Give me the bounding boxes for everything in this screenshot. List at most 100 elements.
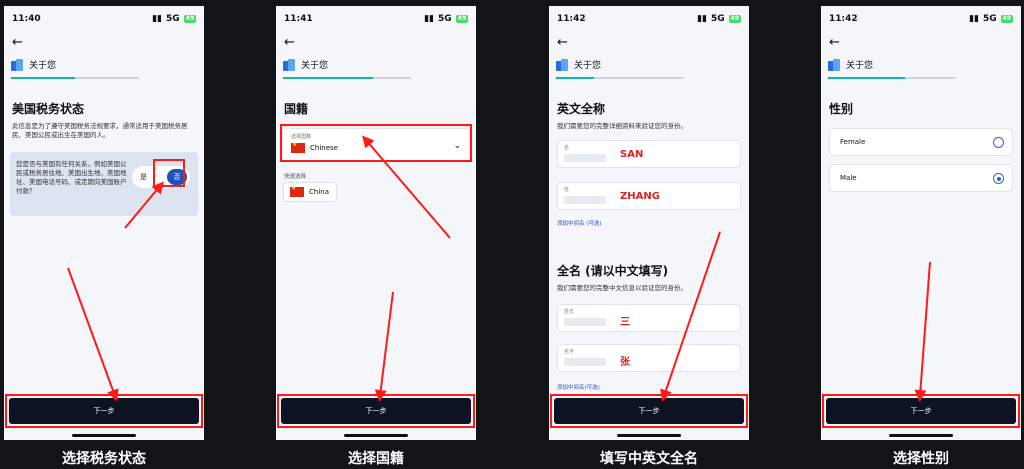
- status-time: 11:41: [284, 14, 313, 24]
- english-name-title: 英文全称: [557, 102, 606, 116]
- add-middle-name-link-en[interactable]: 添加中间名 (可选): [557, 219, 602, 227]
- status-bar: 11:42 ▮▮ 5G 49: [829, 14, 1013, 26]
- section-header: 关于您: [828, 58, 873, 71]
- section-label: 关于您: [29, 61, 57, 71]
- chip-label: China: [309, 188, 329, 196]
- page-title: 美国税务状态: [12, 102, 85, 116]
- option-label: Female: [840, 138, 866, 146]
- caption-step-1: 选择税务状态: [62, 451, 146, 467]
- chinese-last-field[interactable]: 名字 张: [557, 344, 741, 372]
- annotation-value: ZHANG: [620, 191, 660, 202]
- chinese-name-title: 全名 (请以中文填写): [557, 264, 669, 278]
- progress-fill: [828, 77, 905, 79]
- status-bar: 11:42 ▮▮ 5G 49: [557, 14, 741, 26]
- add-middle-name-link-cn[interactable]: 添加中间名(可选): [557, 383, 600, 391]
- network-label: 5G: [165, 14, 180, 24]
- blurred-input: [564, 318, 606, 326]
- progress-fill: [556, 77, 595, 79]
- profile-section-icon: [828, 58, 840, 71]
- blurred-input: [564, 196, 606, 204]
- progress-bar: [556, 77, 684, 79]
- page-title: 性别: [829, 102, 854, 116]
- first-name-field[interactable]: 名 SAN: [557, 140, 741, 168]
- caption-step-4: 选择性别: [893, 451, 949, 467]
- china-flag-icon: [290, 185, 304, 197]
- progress-bar: [11, 77, 139, 79]
- battery-icon: 49: [455, 15, 468, 23]
- chinese-first-field[interactable]: 姓氏 三: [557, 304, 741, 332]
- gender-option-female[interactable]: Female: [829, 128, 1013, 156]
- home-indicator: [617, 434, 681, 437]
- section-header: 关于您: [556, 58, 601, 71]
- phone-screen-gender: 11:42 ▮▮ 5G 49 ← 关于您 性别 Female Male 下一步: [821, 6, 1021, 440]
- chinese-name-description: 我们需要您的完整中文信息以验证您的身份。: [557, 284, 687, 292]
- caption-step-2: 选择国籍: [348, 451, 404, 467]
- blurred-input: [564, 154, 606, 162]
- battery-icon: 49: [183, 15, 196, 23]
- status-time: 11:42: [829, 14, 858, 24]
- quick-select-china-chip[interactable]: China: [283, 182, 337, 202]
- english-name-description: 我们需要您的完整详细资料来验证您的身份。: [557, 122, 687, 130]
- progress-bar: [828, 77, 956, 79]
- phone-screen-full-name: 11:42 ▮▮ 5G 49 ← 关于您 英文全称 我们需要您的完整详细资料来验证您…: [549, 6, 749, 440]
- last-name-field[interactable]: 姓 ZHANG: [557, 182, 741, 210]
- signal-icon: ▮▮: [969, 14, 979, 24]
- next-button-highlight: 下一步: [5, 394, 203, 428]
- yes-option[interactable]: 是: [140, 172, 147, 182]
- field-label: 名: [564, 145, 570, 151]
- back-arrow-icon[interactable]: ←: [557, 36, 568, 49]
- next-button[interactable]: 下一步: [554, 398, 744, 424]
- network-label: 5G: [710, 14, 725, 24]
- progress-bar: [283, 77, 411, 79]
- next-button-highlight: 下一步: [550, 394, 748, 428]
- radio-button[interactable]: [993, 137, 1004, 148]
- no-option-highlight: [153, 159, 185, 187]
- radio-button[interactable]: [993, 173, 1004, 184]
- annotation-value: SAN: [620, 149, 644, 160]
- back-arrow-icon[interactable]: ←: [284, 36, 295, 49]
- profile-section-icon: [556, 58, 568, 71]
- battery-icon: 49: [728, 15, 741, 23]
- status-time: 11:42: [557, 14, 586, 24]
- progress-fill: [11, 77, 75, 79]
- back-arrow-icon[interactable]: ←: [12, 36, 23, 49]
- caption-step-3: 填写中英文全名: [600, 451, 698, 467]
- home-indicator: [889, 434, 953, 437]
- nationality-select-highlight: [280, 124, 472, 162]
- section-label: 关于您: [574, 61, 602, 71]
- annotation-value: 三: [620, 317, 630, 328]
- back-arrow-icon[interactable]: ←: [829, 36, 840, 49]
- battery-icon: 49: [1000, 15, 1013, 23]
- signal-icon: ▮▮: [697, 14, 707, 24]
- next-button[interactable]: 下一步: [826, 398, 1016, 424]
- section-header: 关于您: [283, 58, 328, 71]
- field-label: 名字: [564, 349, 575, 355]
- next-button-highlight: 下一步: [822, 394, 1020, 428]
- signal-icon: ▮▮: [152, 14, 162, 24]
- signal-icon: ▮▮: [424, 14, 434, 24]
- phone-screen-nationality: 11:41 ▮▮5G49 ← 关于您 国籍 选择国籍 Chinese ⌄ 快速选…: [276, 6, 476, 440]
- status-bar: 11:40 ▮▮ 5G 49: [12, 14, 196, 26]
- network-label: 5G: [437, 14, 452, 24]
- section-header: 关于您: [11, 58, 56, 71]
- gender-option-male[interactable]: Male: [829, 164, 1013, 192]
- profile-section-icon: [283, 58, 295, 71]
- blurred-input: [564, 358, 606, 366]
- field-label: 姓: [564, 187, 570, 193]
- network-label: 5G: [982, 14, 997, 24]
- next-button[interactable]: 下一步: [281, 398, 471, 424]
- field-label: 姓氏: [564, 309, 575, 315]
- page-description: 此信息是为了遵守美国税务法规要求，通常适用于美国税务居民、美国公民或出生在美国的…: [12, 122, 188, 139]
- question-text: 您是否与美国有任何关系，例如美国公民或税务居住地、美国出生地、美国地址、美国电话…: [16, 160, 127, 195]
- next-button[interactable]: 下一步: [9, 398, 199, 424]
- status-bar: 11:41 ▮▮ 5G 49: [284, 14, 468, 26]
- profile-section-icon: [11, 58, 23, 71]
- section-label: 关于您: [846, 61, 874, 71]
- phone-screen-tax-status: 11:40 ▮▮ 5G 49 ← 关于您 美国税务状态 此信息是为了遵守美国税务法规…: [4, 6, 204, 440]
- next-button-highlight: 下一步: [277, 394, 475, 428]
- option-label: Male: [840, 174, 857, 182]
- progress-fill: [283, 77, 373, 79]
- annotation-value: 张: [620, 357, 630, 368]
- home-indicator: [72, 434, 136, 437]
- section-label: 关于您: [301, 61, 329, 71]
